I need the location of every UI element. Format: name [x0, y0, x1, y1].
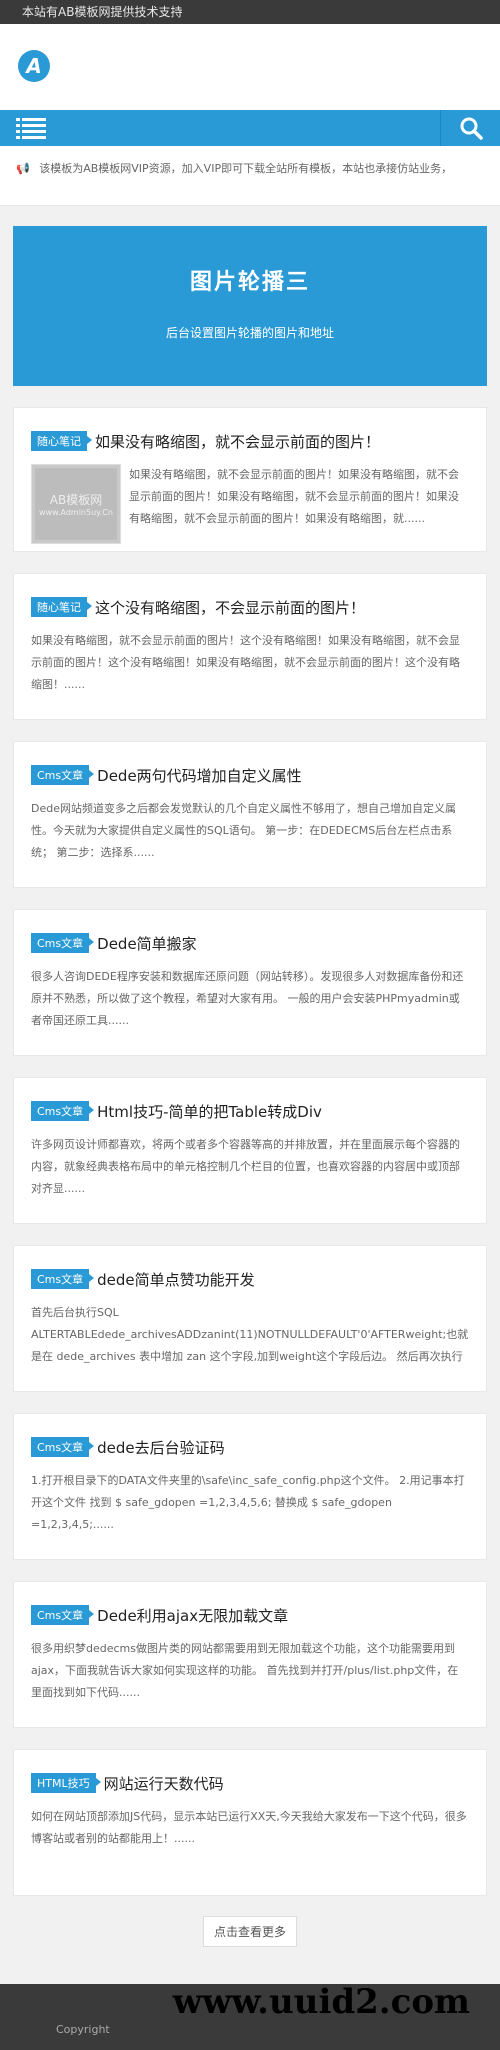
notice-bar: 📢 该模板为AB模板网VIP资源，加入VIP即可下载全站所有模板，本站也承接仿站… [0, 146, 500, 206]
post-title-row: Cms文章 dede去后台验证码 [31, 1434, 469, 1460]
banner-title: 图片轮播三 [189, 270, 310, 295]
post-card[interactable]: Cms文章 dede去后台验证码 1.打开根目录下的DATA文件夹里的\safe… [13, 1413, 487, 1560]
nav-bar [0, 110, 500, 146]
menu-button[interactable] [16, 117, 46, 139]
menu-icon [16, 118, 46, 139]
post-title-row: Cms文章 Html技巧-简单的把Table转成Div [31, 1098, 469, 1124]
megaphone-icon: 📢 [16, 162, 30, 175]
thumbnail-url: www.Admin5uy.Cn [39, 508, 113, 517]
header: A [0, 24, 500, 110]
category-tag[interactable]: Cms文章 [31, 1437, 95, 1457]
post-excerpt: 如果没有略缩图，就不会显示前面的图片！如果没有略缩图，就不会显示前面的图片！如果… [129, 468, 459, 525]
post-excerpt: 如何在网站顶部添加JS代码，显示本站已运行XX天,今天我给大家发布一下这个代码，… [31, 1810, 467, 1845]
banner-subtitle: 后台设置图片轮播的图片和地址 [165, 326, 334, 340]
post-excerpt: 1.打开根目录下的DATA文件夹里的\safe\inc_safe_config.… [31, 1474, 465, 1531]
search-icon [460, 117, 483, 140]
top-bar: 本站有AB模板网提供技术支持 [0, 0, 500, 24]
category-tag[interactable]: 随心笔记 [31, 597, 92, 617]
category-tag[interactable]: Cms文章 [31, 765, 95, 785]
load-more-button[interactable]: 点击查看更多 [202, 1916, 297, 1947]
notice-text: 该模板为AB模板网VIP资源，加入VIP即可下载全站所有模板，本站也承接仿站业务… [39, 162, 453, 175]
post-title-row: Cms文章 dede简单点赞功能开发 [31, 1266, 469, 1292]
category-tag[interactable]: HTML技巧 [31, 1773, 101, 1793]
post-title[interactable]: Dede两句代码增加自定义属性 [97, 765, 302, 786]
thumbnail-text: AB模板网 [49, 493, 103, 507]
post-title[interactable]: dede简单点赞功能开发 [97, 1269, 255, 1290]
post-title-row: 随心笔记 如果没有略缩图，就不会显示前面的图片！ [31, 428, 469, 454]
post-title[interactable]: dede去后台验证码 [97, 1437, 225, 1458]
post-body: AB模板网 www.Admin5uy.Cn 如果没有略缩图，就不会显示前面的图片… [31, 464, 469, 552]
post-excerpt: 许多网页设计师都喜欢，将两个或者多个容器等高的并排放置，并在里面展示每个容器的内… [31, 1138, 460, 1195]
load-more-wrap: 点击查看更多 [0, 1916, 500, 1947]
topbar-text: 本站有AB模板网提供技术支持 [22, 5, 183, 19]
post-title-row: HTML技巧 网站运行天数代码 [31, 1770, 469, 1796]
post-title[interactable]: 这个没有略缩图，不会显示前面的图片！ [95, 597, 365, 618]
footer: Copyright www.uuid2.com [0, 1982, 500, 2050]
post-card[interactable]: Cms文章 Dede简单搬家 很多人咨询DEDE程序安装和数据库还原问题（网站转… [13, 909, 487, 1056]
thumbnail-placeholder: AB模板网 www.Admin5uy.Cn [35, 468, 117, 540]
logo-letter: A [26, 54, 42, 78]
post-title-row: Cms文章 Dede两句代码增加自定义属性 [31, 762, 469, 788]
post-excerpt: 很多用织梦dedecms做图片类的网站都需要用到无限加载这个功能，这个功能需要用… [31, 1642, 459, 1699]
post-card[interactable]: Cms文章 Dede两句代码增加自定义属性 Dede网站频道变多之后都会发觉默认… [13, 741, 487, 888]
post-excerpt: 如果没有略缩图，就不会显示前面的图片！这个没有略缩图！如果没有略缩图，就不会显示… [31, 634, 460, 691]
category-tag[interactable]: Cms文章 [31, 933, 95, 953]
post-thumbnail[interactable]: AB模板网 www.Admin5uy.Cn [31, 464, 121, 544]
post-card[interactable]: 随心笔记 如果没有略缩图，就不会显示前面的图片！ AB模板网 www.Admin… [13, 407, 487, 552]
post-title-row: 随心笔记 这个没有略缩图，不会显示前面的图片！ [31, 594, 469, 620]
post-card[interactable]: 随心笔记 这个没有略缩图，不会显示前面的图片！ 如果没有略缩图，就不会显示前面的… [13, 573, 487, 720]
post-card[interactable]: Cms文章 dede简单点赞功能开发 首先后台执行SQL ALTERTABLEd… [13, 1245, 487, 1392]
category-tag[interactable]: Cms文章 [31, 1101, 95, 1121]
post-title[interactable]: Dede利用ajax无限加载文章 [97, 1605, 288, 1626]
post-excerpt: 首先后台执行SQL ALTERTABLEdede_archivesADDzani… [31, 1306, 469, 1363]
post-title[interactable]: 网站运行天数代码 [104, 1773, 224, 1794]
image-carousel[interactable]: 图片轮播三 后台设置图片轮播的图片和地址 [13, 226, 487, 386]
search-button[interactable] [440, 110, 500, 146]
post-card[interactable]: Cms文章 Dede利用ajax无限加载文章 很多用织梦dedecms做图片类的… [13, 1581, 487, 1728]
watermark: www.uuid2.com [172, 1982, 470, 2022]
post-excerpt: 很多人咨询DEDE程序安装和数据库还原问题（网站转移）。发现很多人对数据库备份和… [31, 970, 464, 1027]
copyright-text: Copyright [56, 2023, 110, 2036]
post-title-row: Cms文章 Dede简单搬家 [31, 930, 469, 956]
site-logo[interactable]: A [18, 50, 50, 82]
post-card[interactable]: Cms文章 Html技巧-简单的把Table转成Div 许多网页设计师都喜欢，将… [13, 1077, 487, 1224]
category-tag[interactable]: 随心笔记 [31, 431, 92, 451]
post-excerpt: Dede网站频道变多之后都会发觉默认的几个自定义属性不够用了，想自己增加自定义属… [31, 802, 456, 859]
post-title[interactable]: Html技巧-简单的把Table转成Div [97, 1101, 322, 1122]
category-tag[interactable]: Cms文章 [31, 1269, 95, 1289]
post-title[interactable]: Dede简单搬家 [97, 933, 197, 954]
post-title-row: Cms文章 Dede利用ajax无限加载文章 [31, 1602, 469, 1628]
post-title[interactable]: 如果没有略缩图，就不会显示前面的图片！ [95, 431, 380, 452]
category-tag[interactable]: Cms文章 [31, 1605, 95, 1625]
post-card[interactable]: HTML技巧 网站运行天数代码 如何在网站顶部添加JS代码，显示本站已运行XX天… [13, 1749, 487, 1896]
